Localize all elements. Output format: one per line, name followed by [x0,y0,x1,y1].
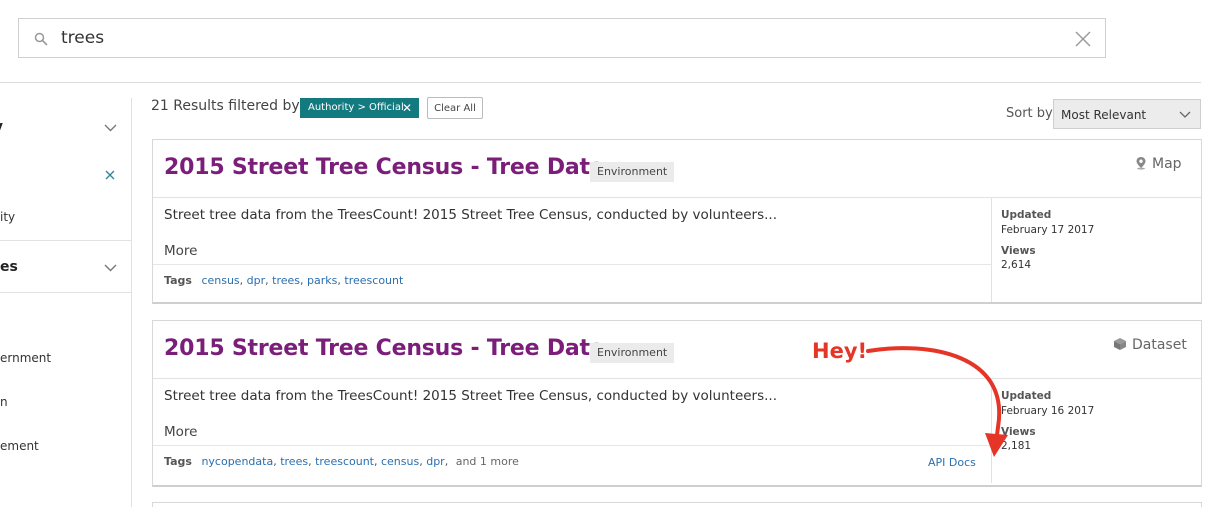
search-input[interactable] [61,19,1041,57]
meta-divider [991,379,992,483]
sort-select[interactable]: Most Relevant [1053,99,1201,129]
views-label: Views [1001,245,1036,257]
asset-type: Map [1135,156,1182,172]
facet-divider [0,292,131,293]
card-divider [153,378,1201,379]
search-icon [34,32,48,46]
clear-all-button[interactable]: Clear All [427,97,483,119]
card-divider [153,197,1201,198]
views-value: 2,614 [1001,259,1032,271]
updated-label: Updated [1001,209,1052,221]
tag-link[interactable]: trees [272,274,300,287]
category-badge[interactable]: Environment [590,162,675,182]
map-pin-icon [1136,157,1146,170]
close-icon[interactable] [1075,31,1091,47]
tags-divider [153,445,991,446]
active-filter-pill[interactable]: Authority > Official ✕ [300,98,419,118]
sort-label: Sort by [1006,106,1053,121]
tag-link[interactable]: census [201,274,239,287]
result-card [152,502,1202,507]
facet-header-categories[interactable]: es [0,259,131,276]
tag-link[interactable]: nycopendata [201,455,273,468]
result-card: 2015 Street Tree Census - Tree Data Envi… [152,320,1202,487]
tags-label: Tags [164,455,192,468]
more-link[interactable]: More [164,424,197,440]
tags-row: Tags nycopendata, trees, treescount, cen… [164,455,519,468]
tags-label: Tags [164,274,192,287]
category-badge[interactable]: Environment [590,343,675,363]
result-description: Street tree data from the TreesCount! 20… [164,388,778,404]
and-more-tags[interactable]: and 1 more [456,455,519,468]
result-title[interactable]: 2015 Street Tree Census - Tree Data [164,155,605,180]
tags-row: Tags census, dpr, trees, parks, treescou… [164,274,404,287]
close-icon[interactable]: ✕ [402,98,412,118]
facet-title: y [0,119,3,135]
asset-type-label: Map [1152,156,1182,172]
tag-link[interactable]: dpr [247,274,266,287]
updated-label: Updated [1001,390,1052,402]
result-description: Street tree data from the TreesCount! 20… [164,207,778,223]
tag-link[interactable]: treescount [315,455,374,468]
views-label: Views [1001,426,1036,438]
tag-link[interactable]: trees [280,455,308,468]
chevron-down-icon [104,124,117,132]
facet-title: es [0,259,18,275]
updated-value: February 16 2017 [1001,405,1095,417]
sidebar-item-label[interactable]: ity [0,210,15,224]
filter-pill-label: Authority > Official [308,102,404,113]
top-divider [0,82,1201,83]
results-count: 21 Results filtered by [151,98,300,114]
search-box [18,18,1106,58]
sort-value: Most Relevant [1061,108,1147,122]
tag-link[interactable]: treescount [344,274,403,287]
result-title[interactable]: 2015 Street Tree Census - Tree Data [164,336,605,361]
tag-link[interactable]: census [381,455,419,468]
sidebar-item-label[interactable]: ement [0,439,39,453]
chevron-down-icon [104,264,117,272]
tag-link[interactable]: dpr [426,455,445,468]
sidebar-item-label[interactable]: ernment [0,351,51,365]
tag-link[interactable]: parks [307,274,337,287]
chevron-down-icon [1179,111,1191,118]
result-card: 2015 Street Tree Census - Tree Data Envi… [152,139,1202,304]
sidebar-item-label[interactable]: n [0,395,8,409]
facet-header-authority[interactable]: y [0,119,131,136]
tags-divider [153,264,991,265]
api-docs-link[interactable]: API Docs [928,456,976,469]
views-value: 2,181 [1001,440,1032,452]
meta-divider [991,198,992,302]
asset-type: Dataset [1113,337,1187,353]
asset-type-label: Dataset [1132,337,1187,353]
filter-sidebar: y ity es ernment n ement [0,98,132,507]
annotation-text: Hey! [812,339,868,363]
updated-value: February 17 2017 [1001,224,1095,236]
dataset-cube-icon [1114,338,1126,350]
facet-divider [0,240,131,241]
remove-filter-icon[interactable] [105,170,115,180]
more-link[interactable]: More [164,243,197,259]
